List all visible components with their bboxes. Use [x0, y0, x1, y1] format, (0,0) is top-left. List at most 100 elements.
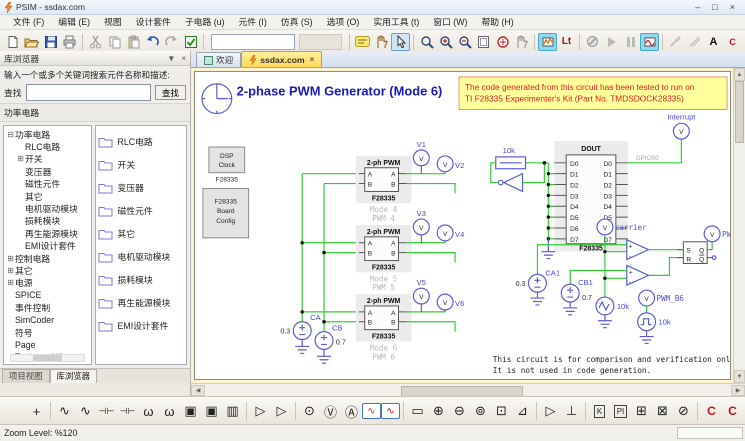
scroll-up-icon[interactable]: ▲ [734, 68, 745, 81]
tree-item[interactable]: 符号 [6, 326, 91, 338]
menu-view[interactable]: 视图 [97, 15, 129, 29]
tree-item[interactable]: SPICE [6, 289, 91, 301]
transformer-icon[interactable]: ▣ [180, 400, 201, 422]
menu-file[interactable]: 文件 (F) [6, 15, 51, 29]
redo-icon[interactable] [162, 33, 181, 51]
copy-icon[interactable] [105, 33, 124, 51]
drag-view-icon[interactable] [512, 33, 531, 51]
select-cursor-icon[interactable] [391, 33, 410, 51]
pi-block-icon[interactable]: PI [610, 400, 631, 422]
pwmb6-probe[interactable]: V PWM_B6 [639, 290, 685, 313]
tree-item[interactable]: 其它 [6, 190, 91, 202]
node-probe-icon[interactable]: ⊥ [561, 400, 582, 422]
panel-collapse-icon[interactable]: ▼ [167, 54, 175, 63]
folder-item[interactable]: 电机驱动模块 [98, 245, 185, 268]
menu-subcircuit[interactable]: 子电路 (u) [178, 15, 232, 29]
tree-item[interactable]: 损耗模块 [6, 215, 91, 227]
search-button[interactable]: 查找 [155, 85, 186, 100]
wire-edit-icon[interactable] [666, 33, 685, 51]
folder-item[interactable]: 损耗模块 [98, 268, 185, 291]
wire-edit2-icon[interactable] [685, 33, 704, 51]
pwm-block-2[interactable]: 2-ph PWM A A B B F28335 Mode 5 PWM 5 [356, 225, 412, 292]
tree-item[interactable]: ⊞开关 [6, 153, 91, 165]
cut-icon[interactable] [86, 33, 105, 51]
tree-item[interactable]: ⊟功率电路 [6, 128, 91, 140]
simview-icon[interactable] [640, 33, 659, 51]
scroll-down-icon[interactable]: ▼ [734, 370, 745, 383]
multiplier-icon[interactable]: ⊠ [652, 400, 673, 422]
three-winding-transformer-icon[interactable]: ▣ [201, 400, 222, 422]
run-simulation-icon[interactable] [538, 33, 557, 51]
voltage-scope-icon[interactable]: ∿ [362, 403, 381, 419]
tab-welcome[interactable]: 欢迎 [196, 52, 241, 67]
square-source[interactable]: 10k [638, 313, 671, 344]
clock-icon[interactable] [202, 84, 232, 114]
ammeter-icon[interactable]: Ⓐ [341, 400, 362, 422]
saturable-inductor-icon[interactable]: ω [159, 400, 180, 422]
folder-item[interactable]: 变压器 [98, 176, 185, 199]
menu-design-suites[interactable]: 设计套件 [129, 15, 178, 29]
folder-item[interactable]: EMI设计套件 [98, 314, 185, 337]
scroll-left-icon[interactable]: ◀ [191, 385, 205, 396]
menu-utilities[interactable]: 实用工具 (t) [366, 15, 426, 29]
current-scope-icon[interactable]: ∿ [381, 403, 400, 419]
opamp-icon[interactable]: ▷ [540, 400, 561, 422]
canvas-hscrollbar[interactable]: ◀ ▶ [191, 383, 745, 397]
search-input[interactable] [26, 84, 151, 101]
text-tool-icon[interactable]: A [704, 33, 723, 51]
note-box[interactable]: The code generated from this circuit has… [459, 77, 727, 110]
tree-toggle-icon[interactable]: ⊟ [6, 130, 15, 139]
zoom-icon[interactable] [417, 33, 436, 51]
electrolytic-capacitor-icon[interactable]: ⊣⊢ [117, 400, 138, 422]
interrupt-probe[interactable]: GPIO50 V Interrupt [628, 112, 697, 162]
schematic-page[interactable]: 2-phase PWM Generator (Mode 6) The code … [194, 71, 731, 380]
sine-source-icon[interactable]: ⊚ [470, 400, 491, 422]
sum-block-icon[interactable]: ⊞ [631, 400, 652, 422]
inverter-gate[interactable] [498, 174, 522, 192]
tree-hscrollbar[interactable] [10, 354, 85, 362]
tree-item[interactable]: EMI设计套件 [6, 240, 91, 252]
paste-icon[interactable] [124, 33, 143, 51]
tree-toggle-icon[interactable]: ⊞ [6, 254, 15, 263]
menu-edit[interactable]: 编辑 (E) [51, 15, 97, 29]
zoom-out-icon[interactable] [455, 33, 474, 51]
board-config-block[interactable]: F28335 Board Config [203, 188, 249, 237]
tree-item[interactable]: 事件控制 [6, 301, 91, 313]
thyristor-icon[interactable]: ▷ [271, 400, 292, 422]
tree-item[interactable]: 电机驱动模块 [6, 202, 91, 214]
voltmeter-icon[interactable]: Ⓥ [320, 400, 341, 422]
menu-help[interactable]: 帮助 (H) [474, 15, 520, 29]
folder-item[interactable]: 其它 [98, 222, 185, 245]
tab-document[interactable]: ssdax.com × [241, 51, 322, 67]
folder-item[interactable]: 再生能源模块 [98, 291, 185, 314]
diode-icon[interactable]: ▷ [250, 400, 271, 422]
tree-toggle-icon[interactable]: ⊞ [6, 278, 15, 287]
scroll-right-icon[interactable]: ▶ [731, 385, 745, 396]
schematic-canvas[interactable]: 2-phase PWM Generator (Mode 6) The code … [191, 68, 745, 383]
tab-library-browser[interactable]: 库浏览器 [50, 369, 98, 383]
rheostat-icon[interactable]: ∿ [75, 400, 96, 422]
tree-item[interactable]: ⊞电源 [6, 277, 91, 289]
dout-block[interactable]: DOUT D0 D1 D2 D3 D4 D5 D6 D7 D0 D1 D2 [554, 141, 627, 253]
play-icon[interactable] [602, 33, 621, 51]
save-icon[interactable] [41, 33, 60, 51]
gain-block-icon[interactable]: K [589, 400, 610, 422]
lt-spice-icon[interactable]: Lt [557, 33, 576, 51]
menu-options[interactable]: 选项 (O) [320, 15, 367, 29]
cscript-toolbar-icon[interactable]: C [723, 33, 742, 51]
dc-source-icon[interactable]: ⊕ [428, 400, 449, 422]
tab-close-icon[interactable]: × [310, 55, 315, 64]
zoom-selection-icon[interactable] [493, 33, 512, 51]
simplified-c-block-icon[interactable]: C [722, 400, 743, 422]
resistor-block-icon[interactable]: ▭ [407, 400, 428, 422]
sr-flipflop[interactable]: S R Q Q [649, 242, 716, 276]
pan-hand-icon[interactable] [372, 33, 391, 51]
open-file-icon[interactable] [22, 33, 41, 51]
canvas-vscrollbar[interactable]: ▲ ▼ [733, 68, 745, 383]
pwm-block-3[interactable]: 2-ph PWM A A B B F28335 Mode 6 PWM 6 [356, 294, 412, 361]
pwm-block-1[interactable]: 2-ph PWM A A B B F28335 Mode 4 PWM 4 [356, 156, 412, 223]
resistor-10k[interactable]: 10k [496, 146, 526, 169]
tree-item[interactable]: 再生能源模块 [6, 227, 91, 239]
tree-item[interactable]: 磁性元件 [6, 178, 91, 190]
tree-item[interactable]: ⊞控制电路 [6, 252, 91, 264]
